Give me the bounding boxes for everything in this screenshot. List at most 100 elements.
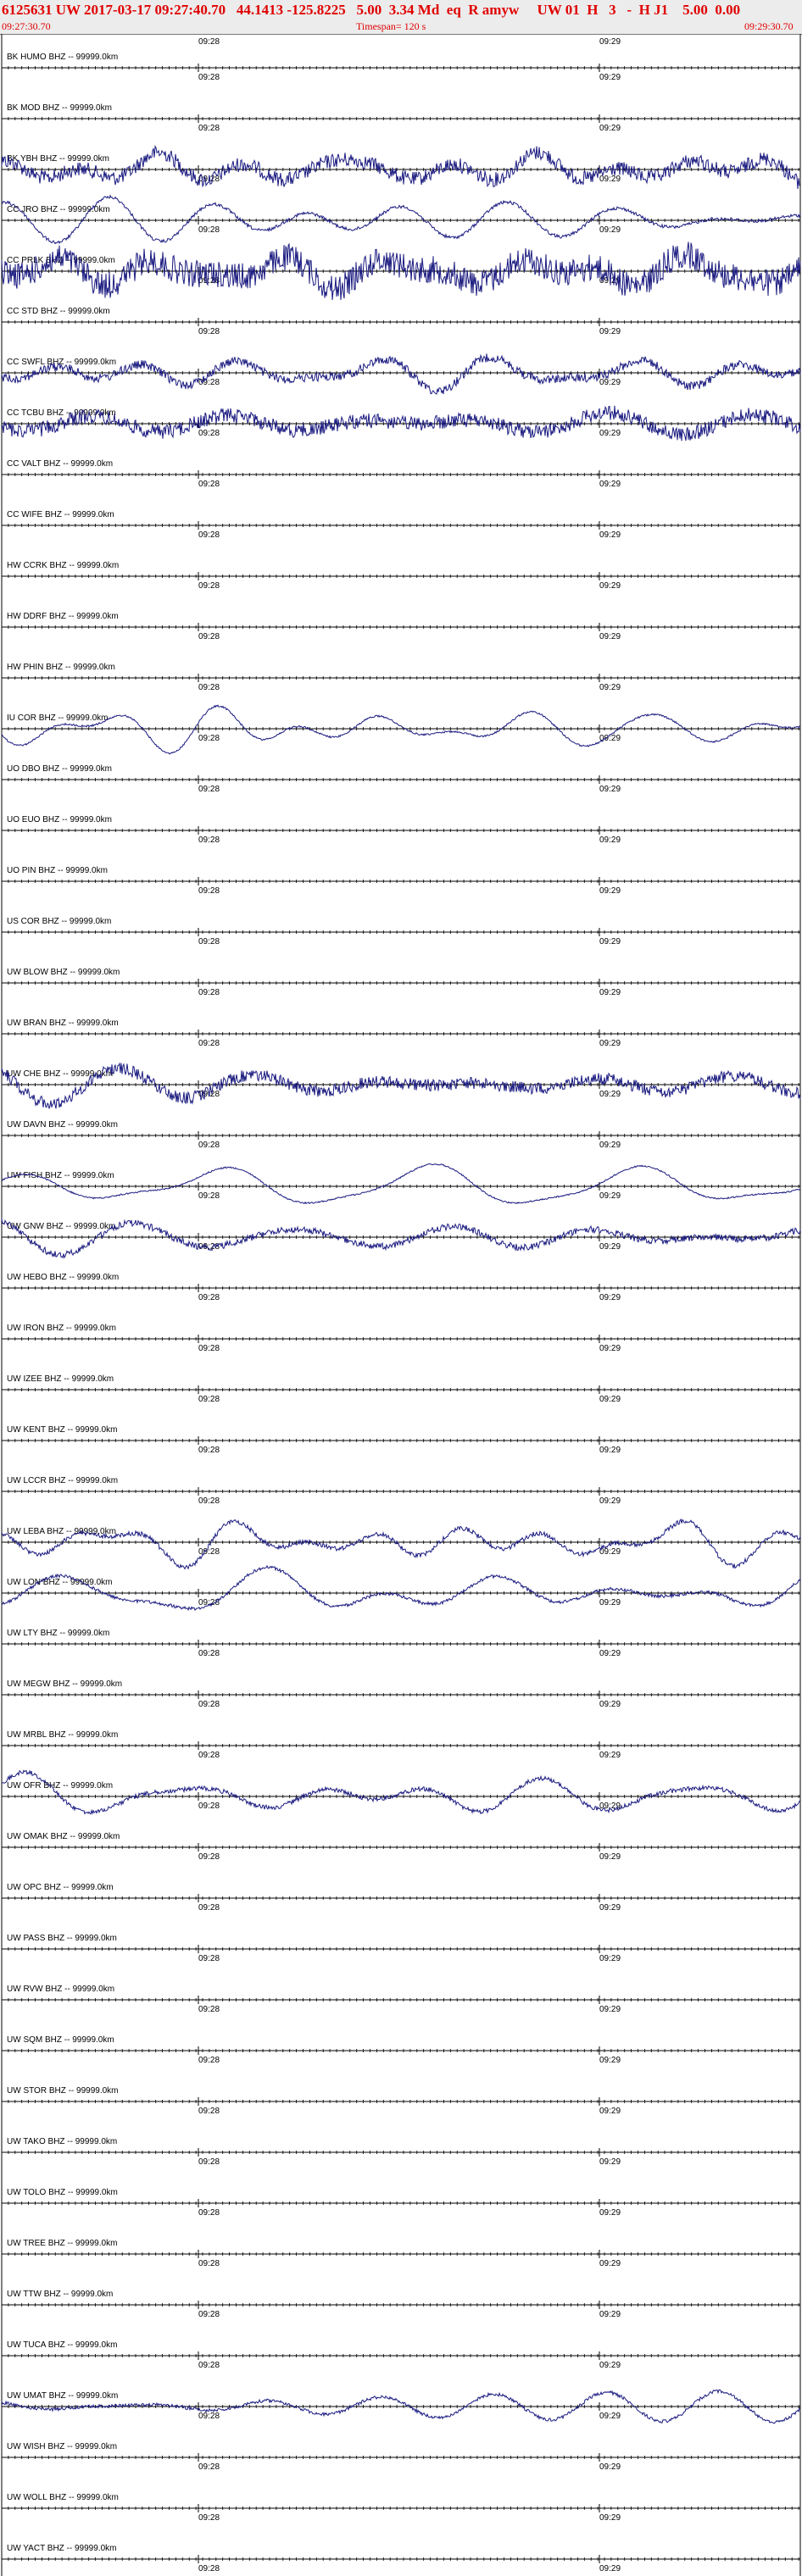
channel-panel: US COR BHZ -- 99999.0km 09:28 09:29 xyxy=(1,917,800,947)
channel-label: UW FISH BHZ -- 99999.0km xyxy=(7,1171,114,1180)
channel-label: UW UMAT BHZ -- 99999.0km xyxy=(7,2391,118,2401)
channel-label: UW RVW BHZ -- 99999.0km xyxy=(7,1985,114,1994)
channel-panel: UW LEBA BHZ -- 99999.0km09:28 09:29 xyxy=(1,1518,801,1570)
time-label: 09:28 xyxy=(198,886,220,896)
time-label: 09:28 xyxy=(198,2208,220,2218)
top-time-label: 09:28 xyxy=(198,37,220,47)
time-label: 09:28 xyxy=(198,1852,220,1862)
channel-label: UW BLOW BHZ -- 99999.0km xyxy=(7,968,120,977)
time-label: 09:29 xyxy=(599,1903,621,1913)
waveform-trace xyxy=(1,145,801,190)
channel-panel: UW HEBO BHZ -- 99999.0km 09:28 09:29 xyxy=(1,1273,800,1302)
time-label: 09:28 xyxy=(198,1598,220,1607)
time-label: 09:28 xyxy=(198,530,220,540)
channel-label: UW LEBA BHZ -- 99999.0km xyxy=(7,1527,116,1536)
waveform-trace xyxy=(1,1062,801,1109)
time-label: 09:29 xyxy=(599,2208,621,2218)
time-label: 09:29 xyxy=(599,225,621,235)
channel-panel: UW TTW BHZ -- 99999.0km 09:28 09:29 xyxy=(1,2290,800,2319)
time-label: 09:28 xyxy=(198,734,220,743)
channel-panel: BK MOD BHZ -- 99999.0km 09:28 09:29 xyxy=(1,103,800,133)
channel-panel: UW MRBL BHZ -- 99999.0km 09:28 09:29 xyxy=(1,1730,800,1760)
time-label: 09:28 xyxy=(198,632,220,641)
top-time-label: 09:29 xyxy=(599,37,621,47)
time-label: 09:29 xyxy=(599,530,621,540)
channel-label: UW WISH BHZ -- 99999.0km xyxy=(7,2442,117,2451)
waveform-trace xyxy=(1,1564,801,1612)
time-label: 09:28 xyxy=(198,2564,220,2573)
time-label: 09:29 xyxy=(599,785,621,794)
channel-label: UW YACT BHZ -- 99999.0km xyxy=(7,2544,116,2553)
channel-panel: CC TCBU BHZ -- 99999.0km09:28 09:29 xyxy=(1,405,801,441)
record-header: 6125631 UW 2017-03-17 09:27:40.70 44.141… xyxy=(0,0,802,35)
time-label: 09:29 xyxy=(599,988,621,997)
time-label: 09:29 xyxy=(599,1141,621,1150)
time-label: 09:28 xyxy=(198,683,220,692)
time-label: 09:28 xyxy=(198,1802,220,1811)
waveform-trace xyxy=(1,1769,801,1815)
channel-label: US COR BHZ -- 99999.0km xyxy=(7,917,111,926)
channel-label: UW SQM BHZ -- 99999.0km xyxy=(7,2035,114,2045)
channel-label: UW TUCA BHZ -- 99999.0km xyxy=(7,2340,117,2350)
time-label: 09:29 xyxy=(599,327,621,336)
channel-label: UW BRAN BHZ -- 99999.0km xyxy=(7,1019,119,1028)
time-label: 09:28 xyxy=(198,1954,220,1963)
channel-label: UW MEGW BHZ -- 99999.0km xyxy=(7,1679,122,1689)
time-label: 09:29 xyxy=(599,73,621,82)
channel-panel: UW OFR BHZ -- 99999.0km09:28 09:29 xyxy=(1,1769,801,1815)
channel-label: UW HEBO BHZ -- 99999.0km xyxy=(7,1273,119,1282)
time-label: 09:28 xyxy=(198,2259,220,2268)
waveform-trace xyxy=(1,1518,801,1570)
time-label: 09:29 xyxy=(599,1242,621,1252)
channel-panel: UW LTY BHZ -- 99999.0km 09:28 09:29 xyxy=(1,1629,800,1658)
channel-panel: UW DAVN BHZ -- 99999.0km 09:28 09:29 xyxy=(1,1120,800,1150)
time-label: 09:29 xyxy=(599,1649,621,1658)
time-label: 09:28 xyxy=(198,2462,220,2472)
channel-label: UW MRBL BHZ -- 99999.0km xyxy=(7,1730,118,1740)
channel-panel: UW GNW BHZ -- 99999.0km09:28 09:29 xyxy=(1,1219,801,1259)
channel-panel: HW DDRF BHZ -- 99999.0km 09:28 09:29 xyxy=(1,612,800,641)
channel-panel: UO EUO BHZ -- 99999.0km 09:28 09:29 xyxy=(1,815,800,845)
time-label: 09:29 xyxy=(599,1496,621,1506)
channel-panel: CC WIFE BHZ -- 99999.0km 09:28 09:29 xyxy=(1,510,800,540)
time-label: 09:28 xyxy=(198,225,220,235)
time-label: 09:29 xyxy=(599,683,621,692)
time-label: 09:29 xyxy=(599,2361,621,2370)
seismogram-svg: 09:28 09:29 BK HUMO BHZ -- 99999.0km 09:28 0… xyxy=(1,34,801,2576)
channel-label: UW KENT BHZ -- 99999.0km xyxy=(7,1425,117,1435)
channel-label: UW LCCR BHZ -- 99999.0km xyxy=(7,1476,118,1485)
time-label: 09:29 xyxy=(599,2157,621,2167)
channel-panel: UW IRON BHZ -- 99999.0km 09:28 09:29 xyxy=(1,1324,800,1353)
time-label: 09:29 xyxy=(599,1446,621,1455)
end-time: 09:29:30.70 xyxy=(744,20,794,32)
time-label: 09:28 xyxy=(198,1141,220,1150)
time-label: 09:28 xyxy=(198,124,220,133)
channel-panel: UW IZEE BHZ -- 99999.0km 09:28 09:29 xyxy=(1,1374,800,1404)
time-label: 09:28 xyxy=(198,2005,220,2014)
time-label: 09:29 xyxy=(599,581,621,591)
channel-panel: UW KENT BHZ -- 99999.0km 09:28 09:29 xyxy=(1,1425,800,1455)
channel-label: HW PHIN BHZ -- 99999.0km xyxy=(7,663,115,672)
channel-label: UW LTY BHZ -- 99999.0km xyxy=(7,1629,109,1638)
channel-label: CC STD BHZ -- 99999.0km xyxy=(7,307,110,316)
time-label: 09:29 xyxy=(599,1395,621,1404)
time-label: 09:28 xyxy=(198,1446,220,1455)
time-label: 09:29 xyxy=(599,2310,621,2319)
channel-label: UW PASS BHZ -- 99999.0km xyxy=(7,1934,117,1943)
time-label: 09:29 xyxy=(599,480,621,489)
time-label: 09:29 xyxy=(599,2513,621,2523)
time-label: 09:28 xyxy=(198,1649,220,1658)
channel-panel: UW UMAT BHZ -- 99999.0km 09:28 09:29 xyxy=(1,2389,801,2424)
waveform-trace xyxy=(1,194,801,245)
time-label: 09:29 xyxy=(599,1598,621,1607)
channel-panel: UO DBO BHZ -- 99999.0km 09:28 09:29 xyxy=(1,764,800,794)
channel-panel: UW TOLO BHZ -- 99999.0km 09:28 09:29 xyxy=(1,2188,800,2218)
time-label: 09:29 xyxy=(599,124,621,133)
channel-panel: UW LON BHZ -- 99999.0km 09:28 09:29 xyxy=(1,1564,801,1612)
timespan-label: Timespan= 120 s xyxy=(356,20,426,32)
time-label: 09:29 xyxy=(599,1039,621,1048)
channel-label: CC VALT BHZ -- 99999.0km xyxy=(7,459,113,469)
channel-panel: UW OMAK BHZ -- 99999.0km 09:28 09:29 xyxy=(1,1832,800,1862)
waveform-trace xyxy=(1,353,801,395)
channel-panel: UW LCCR BHZ -- 99999.0km 09:28 09:29 xyxy=(1,1476,800,1506)
